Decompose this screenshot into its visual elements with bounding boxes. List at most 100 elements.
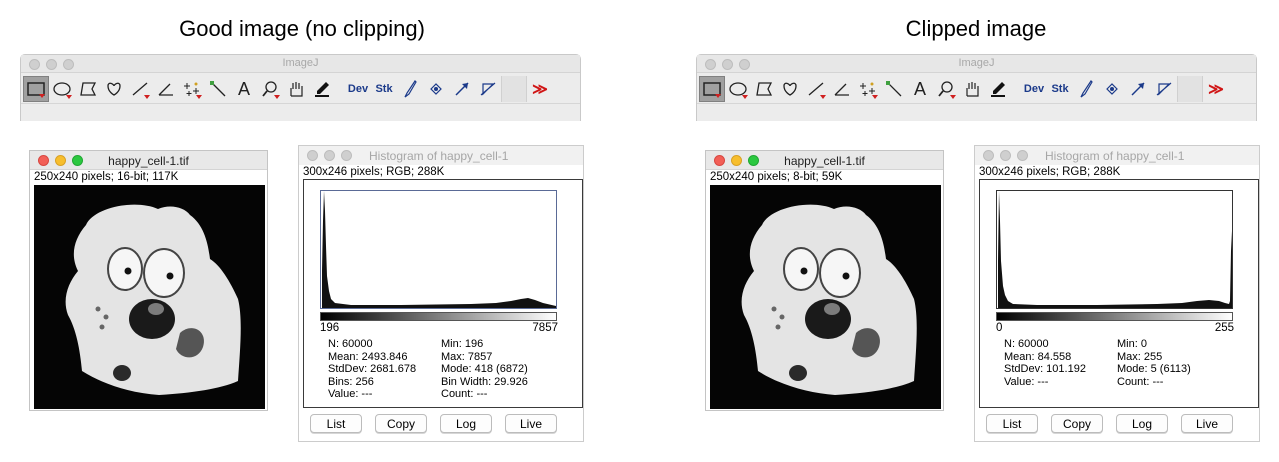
image-window: happy_cell-1.tif 250x240 pixels; 8-bit; … — [705, 150, 944, 411]
histogram-window: Histogram of happy_cell-1 300x246 pixels… — [298, 145, 584, 442]
intensity-gradient-bar — [320, 312, 557, 321]
stack-menu-icon[interactable]: Stk — [1047, 76, 1073, 102]
freehand-tool-icon[interactable] — [101, 76, 127, 102]
arrow-tool-icon[interactable] — [449, 76, 475, 102]
stat-mean: Mean: 2493.846 — [328, 350, 408, 363]
hand-tool-icon[interactable] — [959, 76, 985, 102]
tool-bar: A Dev Stk ≫ — [697, 75, 1229, 103]
line-tool-icon[interactable] — [803, 76, 829, 102]
multipoint-tool-icon[interactable] — [179, 76, 205, 102]
line-tool-icon[interactable] — [127, 76, 153, 102]
angle-measure-tool-icon[interactable] — [1151, 76, 1177, 102]
magnifier-tool-icon[interactable] — [933, 76, 959, 102]
minimize-button[interactable] — [1000, 150, 1011, 161]
imagej-toolbar-window: ImageJ A Dev Stk ≫ — [20, 54, 581, 121]
flood-fill-tool-icon[interactable] — [1099, 76, 1125, 102]
copy-button[interactable]: Copy — [375, 414, 427, 433]
histogram-button-row: List Copy Log Live — [975, 414, 1259, 433]
window-title: Histogram of happy_cell-1 — [369, 149, 509, 163]
cell-image — [65, 204, 241, 395]
window-titlebar[interactable]: Histogram of happy_cell-1 — [975, 146, 1259, 165]
rectangle-tool-icon[interactable] — [23, 76, 49, 102]
histogram-plot — [996, 190, 1233, 309]
stat-value: Value: --- — [328, 388, 373, 400]
color-picker-tool-icon[interactable] — [985, 76, 1011, 102]
log-button[interactable]: Log — [440, 414, 492, 433]
stat-mode: Mode: 418 (6872) — [441, 363, 528, 375]
close-button[interactable] — [983, 150, 994, 161]
arrow-tool-icon[interactable] — [1125, 76, 1151, 102]
multipoint-tool-icon[interactable] — [855, 76, 881, 102]
histogram-stats-right: Min: 0 Max: 255 Mode: 5 (6113) Count: --… — [1117, 338, 1191, 388]
angle-tool-icon[interactable] — [153, 76, 179, 102]
flood-fill-tool-icon[interactable] — [423, 76, 449, 102]
more-tools-icon[interactable]: ≫ — [1203, 76, 1229, 102]
brush-tool-icon[interactable] — [1073, 76, 1099, 102]
status-bar — [21, 103, 580, 121]
list-button[interactable]: List — [986, 414, 1038, 433]
histogram-frame: 196 7857 N: 60000 Mean: 2493.846 StdDev:… — [303, 179, 583, 408]
magnifier-tool-icon[interactable] — [257, 76, 283, 102]
toolbar-spacer — [1177, 76, 1203, 102]
stat-min: Min: 196 — [441, 338, 484, 350]
polygon-tool-icon[interactable] — [751, 76, 777, 102]
window-titlebar[interactable]: happy_cell-1.tif — [706, 151, 943, 170]
freehand-tool-icon[interactable] — [777, 76, 803, 102]
stat-stddev: StdDev: 2681.678 — [328, 363, 417, 375]
hand-tool-icon[interactable] — [283, 76, 309, 102]
range-min-label: 0 — [996, 322, 1003, 334]
histogram-stats-right: Min: 196 Max: 7857 Mode: 418 (6872) Bin … — [441, 338, 528, 401]
histogram-info: 300x246 pixels; RGB; 288K — [979, 166, 1121, 178]
text-tool-icon[interactable]: A — [907, 76, 933, 102]
window-titlebar[interactable]: ImageJ — [697, 55, 1256, 73]
live-button[interactable]: Live — [505, 414, 557, 433]
image-canvas[interactable] — [710, 185, 941, 409]
copy-button[interactable]: Copy — [1051, 414, 1103, 433]
log-button[interactable]: Log — [1116, 414, 1168, 433]
more-tools-icon[interactable]: ≫ — [527, 76, 553, 102]
oval-tool-icon[interactable] — [49, 76, 75, 102]
toolbar-spacer — [501, 76, 527, 102]
image-info: 250x240 pixels; 8-bit; 59K — [706, 170, 943, 184]
histogram-bars — [321, 191, 556, 308]
stack-menu-icon[interactable]: Stk — [371, 76, 397, 102]
live-button[interactable]: Live — [1181, 414, 1233, 433]
stat-bin-width: Bin Width: 29.926 — [441, 375, 528, 388]
stat-value: Value: --- — [1004, 375, 1049, 388]
window-titlebar[interactable]: ImageJ — [21, 55, 580, 73]
image-canvas[interactable] — [34, 185, 265, 409]
dev-menu-icon[interactable]: Dev — [345, 76, 371, 102]
rectangle-tool-icon[interactable] — [699, 76, 725, 102]
window-title: ImageJ — [282, 57, 319, 69]
wand-tool-icon[interactable] — [205, 76, 231, 102]
image-info: 250x240 pixels; 16-bit; 117K — [30, 170, 267, 184]
panel-heading: Clipped image — [905, 16, 1047, 41]
oval-tool-icon[interactable] — [725, 76, 751, 102]
histogram-button-row: List Copy Log Live — [299, 414, 583, 433]
tool-bar: A Dev Stk ≫ — [21, 75, 553, 103]
zoom-button[interactable] — [341, 150, 352, 161]
text-tool-icon[interactable]: A — [231, 76, 257, 102]
minimize-button[interactable] — [324, 150, 335, 161]
angle-measure-tool-icon[interactable] — [475, 76, 501, 102]
list-button[interactable]: List — [310, 414, 362, 433]
stat-stddev: StdDev: 101.192 — [1004, 363, 1086, 375]
window-titlebar[interactable]: happy_cell-1.tif — [30, 151, 267, 170]
stat-min: Min: 0 — [1117, 338, 1147, 350]
dev-menu-icon[interactable]: Dev — [1021, 76, 1047, 102]
window-title: happy_cell-1.tif — [784, 154, 865, 168]
brush-tool-icon[interactable] — [397, 76, 423, 102]
angle-tool-icon[interactable] — [829, 76, 855, 102]
color-picker-tool-icon[interactable] — [309, 76, 335, 102]
stat-n: N: 60000 — [328, 338, 373, 350]
polygon-tool-icon[interactable] — [75, 76, 101, 102]
window-title: ImageJ — [958, 57, 995, 69]
window-controls — [983, 150, 1028, 161]
histogram-stats-left: N: 60000 Mean: 84.558 StdDev: 101.192 Va… — [1004, 338, 1086, 388]
close-button[interactable] — [307, 150, 318, 161]
zoom-button[interactable] — [1017, 150, 1028, 161]
wand-tool-icon[interactable] — [881, 76, 907, 102]
stat-count: Count: --- — [441, 388, 488, 400]
histogram-plot — [320, 190, 557, 309]
window-titlebar[interactable]: Histogram of happy_cell-1 — [299, 146, 583, 165]
